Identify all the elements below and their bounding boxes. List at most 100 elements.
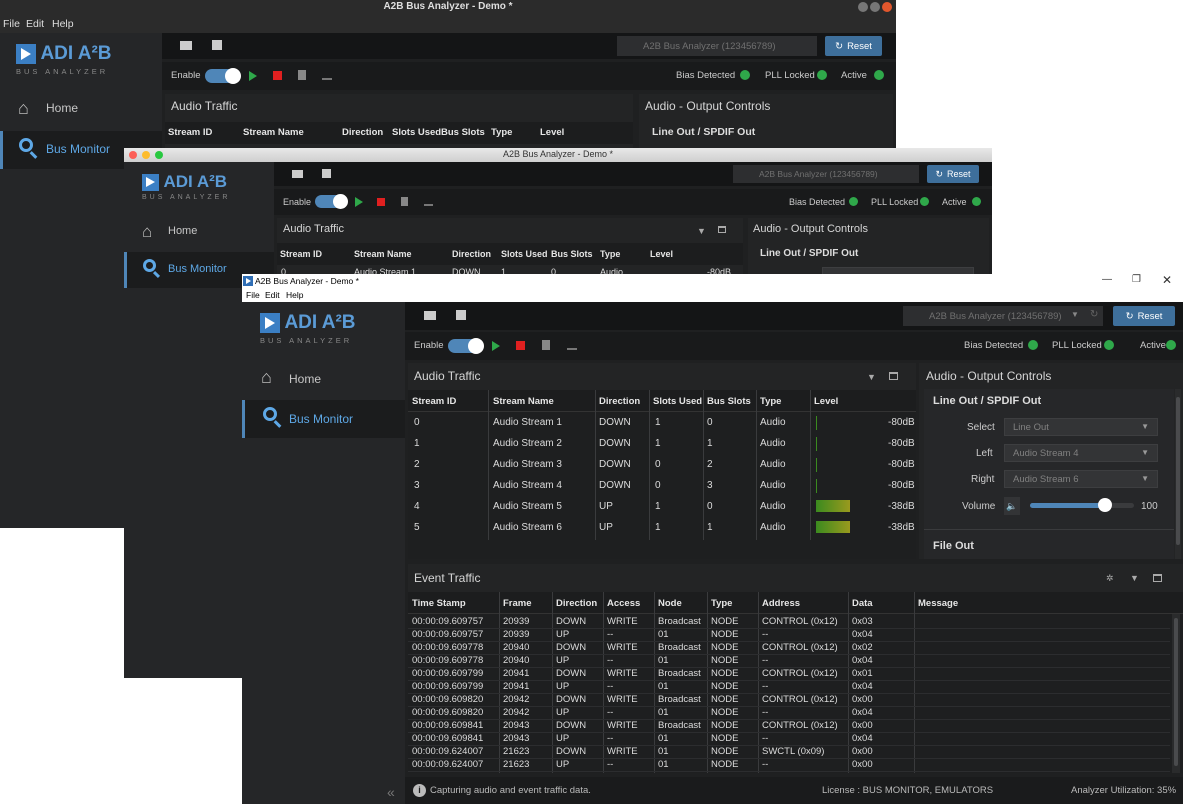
volume-slider-handle[interactable] [1098,498,1112,512]
menu-file[interactable]: File [246,290,260,300]
cell-time-stamp: 00:00:09.609799 [412,681,484,692]
filter-icon[interactable]: ▼ [1130,573,1139,583]
nav-bus-monitor-label: Bus Monitor [46,142,111,156]
table-row[interactable]: 00:00:09.609757 20939 UP -- 01 NODE -- 0x04 [408,629,1170,642]
table-row[interactable]: 0 Audio Stream 1 DOWN 1 0 Audio -80dB [408,412,916,433]
table-row[interactable]: 00:00:09.609778 20940 UP -- 01 NODE -- 0x04 [408,655,1170,668]
window-title: A2B Bus Analyzer - Demo * [502,149,614,159]
table-row[interactable]: 00:00:09.624007 21623 DOWN WRITE 01 NODE SWCTL… [408,746,1170,759]
nav-bus-monitor[interactable]: Bus Monitor [242,400,405,438]
table-row[interactable]: 00:00:09.609841 20943 UP -- 01 NODE -- 0x04 [408,733,1170,746]
nav-home[interactable]: ⌂ Home [242,365,405,391]
table-row[interactable]: 3 Audio Stream 4 DOWN 0 3 Audio -80dB [408,475,916,496]
close-button[interactable] [882,2,892,12]
home-icon: ⌂ [18,98,29,118]
stop-icon[interactable] [377,198,385,206]
reset-button[interactable]: ↻ Reset [825,36,882,56]
collapse-icon[interactable]: « [387,784,395,800]
table-row[interactable]: 5 Audio Stream 6 UP 1 1 Audio -38dB [408,517,916,538]
device-combo[interactable]: A2B Bus Analyzer (123456789) [617,36,817,56]
col-access: Access [607,598,641,609]
close-button[interactable]: ✕ [1162,273,1172,287]
scrollbar[interactable] [1172,614,1180,773]
volume-label: Volume [962,501,996,512]
minimize-button[interactable]: — [1102,274,1112,285]
right-combo[interactable]: Audio Stream 6 ▼ [1004,470,1158,488]
maximize-button[interactable] [870,2,880,12]
table-row[interactable]: 1 Audio Stream 2 DOWN 1 1 Audio -80dB [408,433,916,454]
left-combo[interactable]: Audio Stream 4 ▼ [1004,444,1158,462]
open-folder-icon[interactable] [292,170,303,178]
table-row[interactable]: 00:00:09.609820 20942 DOWN WRITE Broadcast NO… [408,694,1170,707]
enable-toggle[interactable] [205,68,241,84]
window-icon[interactable] [1153,574,1162,582]
menu-file[interactable]: File [3,18,20,30]
enable-toggle[interactable] [448,338,484,354]
download-icon[interactable] [567,340,577,350]
device-combo[interactable]: A2B Bus Analyzer (123456789) [733,165,919,183]
table-row[interactable]: 00:00:09.624007 21623 UP -- 01 NODE -- 0x00 [408,759,1170,772]
cell-frame: 20940 [503,642,530,653]
table-row[interactable]: 00:00:09.609757 20939 DOWN WRITE Broadcast NO… [408,616,1170,629]
table-row[interactable]: 00:00:09.609778 20940 DOWN WRITE Broadcast NO… [408,642,1170,655]
select-combo[interactable]: Line Out ▼ [1004,418,1158,436]
volume-slider[interactable] [1030,498,1134,512]
scrollbar[interactable] [1175,389,1181,559]
download-icon[interactable] [424,197,433,206]
settings-icon[interactable]: ✲ [1106,573,1114,584]
logo-text: ADI A²B [163,172,228,191]
level-meter [816,500,850,512]
stop-icon[interactable] [273,71,282,80]
stop-icon[interactable] [516,341,525,350]
device-combo[interactable]: A2B Bus Analyzer (123456789) ▼ ↻ [903,306,1103,326]
menu-help[interactable]: Help [286,290,303,300]
cell-time-stamp: 00:00:09.624007 [412,746,484,757]
open-folder-icon[interactable] [180,41,192,50]
menu-edit[interactable]: Edit [26,18,44,30]
table-row[interactable]: 00:00:09.609799 20941 UP -- 01 NODE -- 0x04 [408,681,1170,694]
cell-data: 0x02 [852,642,873,653]
trash-icon[interactable] [298,70,306,80]
minimize-button[interactable] [858,2,868,12]
open-folder-icon[interactable] [424,311,436,320]
play-icon[interactable] [249,71,257,81]
search-icon [263,407,277,421]
play-icon[interactable] [492,341,500,351]
cell-address: SWCTL (0x09) [762,746,825,757]
window-icon[interactable] [718,226,726,233]
cell-used: 1 [655,438,661,449]
refresh-small-icon[interactable]: ↻ [1090,309,1098,320]
play-icon[interactable] [355,197,363,207]
filter-icon[interactable]: ▼ [697,226,706,236]
cell-access: -- [607,759,614,770]
enable-toggle[interactable] [315,194,348,209]
trash-icon[interactable] [542,340,550,350]
cell-direction: UP [556,733,570,744]
cell-time-stamp: 00:00:09.609757 [412,616,484,627]
reset-button[interactable]: ↻ Reset [927,165,979,183]
nav-home[interactable]: ⌂ Home [0,95,162,121]
table-row[interactable]: 4 Audio Stream 5 UP 1 0 Audio -38dB [408,496,916,517]
mute-icon[interactable]: 🔈 [1004,497,1020,515]
save-icon[interactable] [322,169,331,178]
menu-help[interactable]: Help [52,18,74,30]
restore-button[interactable]: ❐ [1132,274,1141,285]
table-row[interactable]: 00:00:09.609820 20942 UP -- 01 NODE -- 0x04 [408,707,1170,720]
cell-bus: 2 [707,459,713,470]
save-icon[interactable] [212,40,222,50]
table-row[interactable]: 00:00:09.609799 20941 DOWN WRITE Broadcast NO… [408,668,1170,681]
table-row[interactable]: 2 Audio Stream 3 DOWN 0 2 Audio -80dB [408,454,916,475]
filter-icon[interactable]: ▼ [867,372,876,382]
cell-address: CONTROL (0x12) [762,694,838,705]
nav-home[interactable]: ⌂ Home [124,220,274,244]
menu-edit[interactable]: Edit [265,290,280,300]
trash-icon[interactable] [401,197,408,206]
cell-address: -- [762,629,769,640]
reset-button[interactable]: ↻ Reset [1113,306,1175,326]
table-row[interactable]: 00:00:09.609841 20943 DOWN WRITE Broadcast NO… [408,720,1170,733]
window-icon[interactable] [889,372,898,380]
cell-level: -38dB [888,522,915,533]
save-icon[interactable] [456,310,466,320]
download-icon[interactable] [322,70,332,80]
cell-level: -38dB [888,501,915,512]
